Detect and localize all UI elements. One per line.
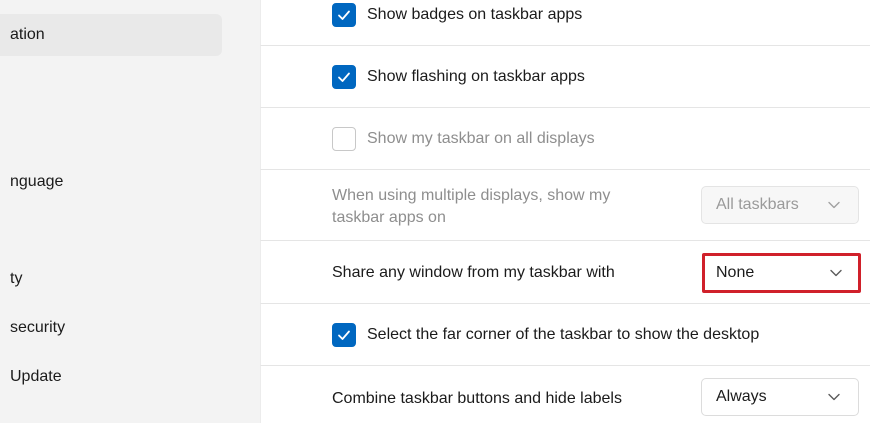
sidebar-item-label: ation — [10, 26, 45, 43]
settings-window: ation nguage ty security Update Show bad… — [0, 0, 870, 423]
far-corner-checkbox[interactable] — [332, 323, 356, 347]
sidebar-item-personalization[interactable]: ation — [0, 14, 222, 56]
setting-row-share-window: Share any window from my taskbar with No… — [260, 241, 870, 304]
show-all-displays-checkbox[interactable] — [332, 127, 356, 151]
taskbar-behaviors-panel: Show badges on taskbar apps Show flashin… — [260, 0, 870, 423]
sidebar-item-windows-update[interactable]: Update — [0, 356, 62, 398]
combine-buttons-dropdown[interactable]: Always — [701, 378, 859, 416]
show-flashing-label: Show flashing on taskbar apps — [367, 68, 585, 85]
checkmark-icon — [338, 10, 350, 20]
chevron-down-icon — [828, 201, 840, 209]
setting-row-show-flashing: Show flashing on taskbar apps — [260, 46, 870, 108]
sidebar-item-label: security — [10, 319, 66, 336]
show-badges-label: Show badges on taskbar apps — [367, 6, 583, 23]
sidebar-item-accessibility[interactable]: ty — [0, 258, 22, 300]
far-corner-label: Select the far corner of the taskbar to … — [367, 326, 760, 343]
chevron-down-icon — [830, 269, 842, 277]
setting-row-far-corner: Select the far corner of the taskbar to … — [260, 304, 870, 366]
multiple-displays-label-line2: taskbar apps on — [332, 209, 446, 226]
show-badges-checkbox[interactable] — [332, 3, 356, 27]
sidebar: ation nguage ty security Update — [0, 0, 260, 423]
multiple-displays-dropdown[interactable]: All taskbars — [701, 186, 859, 224]
checkmark-icon — [338, 330, 350, 340]
setting-row-show-all-displays: Show my taskbar on all displays — [260, 108, 870, 170]
show-flashing-checkbox[interactable] — [332, 65, 356, 89]
sidebar-item-privacy-security[interactable]: security — [0, 307, 65, 349]
checkmark-icon — [338, 72, 350, 82]
sidebar-item-time-language[interactable]: nguage — [0, 161, 63, 203]
setting-row-show-badges: Show badges on taskbar apps — [260, 0, 870, 46]
show-all-displays-label: Show my taskbar on all displays — [367, 130, 595, 147]
sidebar-item-label: Update — [10, 368, 62, 385]
dropdown-value: All taskbars — [716, 196, 799, 213]
setting-row-combine-buttons: Combine taskbar buttons and hide labels … — [260, 366, 870, 423]
share-window-label: Share any window from my taskbar with — [332, 264, 615, 281]
sidebar-item-label: nguage — [10, 173, 64, 190]
setting-row-multiple-displays: When using multiple displays, show my ta… — [260, 170, 870, 241]
dropdown-value: None — [716, 264, 755, 281]
chevron-down-icon — [828, 393, 840, 401]
multiple-displays-label-line1: When using multiple displays, show my — [332, 187, 611, 204]
sidebar-item-label: ty — [10, 270, 23, 287]
share-window-dropdown[interactable]: None — [702, 254, 860, 292]
combine-buttons-label: Combine taskbar buttons and hide labels — [332, 390, 622, 407]
dropdown-value: Always — [716, 388, 767, 405]
